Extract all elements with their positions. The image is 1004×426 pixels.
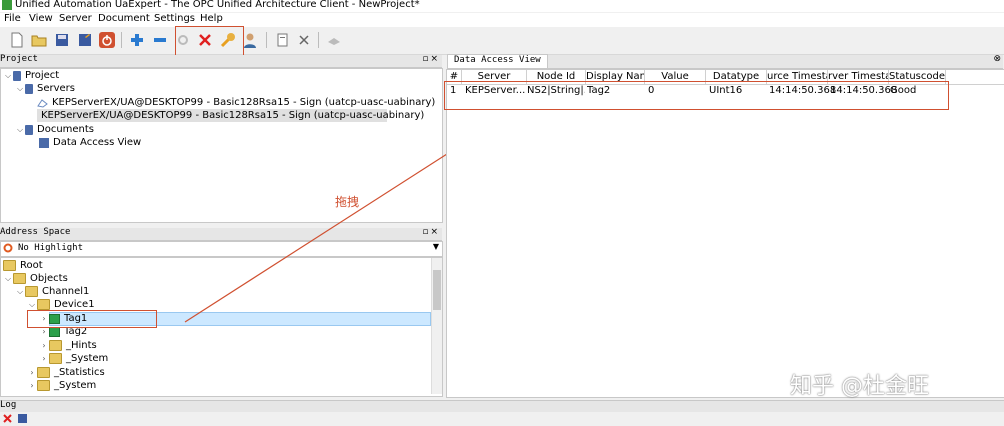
watermark: 知乎 @杜金旺	[790, 374, 929, 399]
log-toolbar	[0, 412, 1004, 424]
clear-log-icon[interactable]	[3, 414, 12, 423]
document-tab-bar: Data Access View ⊗	[447, 54, 1003, 69]
save-log-icon[interactable]	[18, 414, 27, 423]
cell-index: 1	[450, 85, 457, 96]
data-access-table: # Server Node Id Display Name Value Data…	[446, 69, 1004, 398]
col-index[interactable]: #	[447, 70, 462, 84]
log-panel-header: Log	[0, 400, 1004, 412]
cell-statuscode: Good	[890, 85, 917, 96]
cell-server-timestamp: 14:14:50.368	[830, 85, 898, 96]
cell-datatype: UInt16	[709, 85, 743, 96]
tab-data-access-view[interactable]: Data Access View	[447, 54, 548, 68]
cell-server: KEPServer...	[465, 85, 525, 96]
close-tab-icon[interactable]: ⊗	[993, 54, 1001, 64]
table-row[interactable]: 1 KEPServer... NS2|String|... Tag2 0 UIn…	[447, 84, 1004, 98]
col-server-timestamp[interactable]: rver Timestar	[828, 70, 889, 84]
col-server[interactable]: Server	[462, 70, 527, 84]
log-panel-title: Log	[0, 400, 17, 410]
cell-node-id: NS2|String|...	[527, 85, 585, 96]
col-datatype[interactable]: Datatype	[706, 70, 767, 84]
table-header: # Server Node Id Display Name Value Data…	[447, 70, 1004, 85]
cell-source-timestamp: 14:14:50.368	[769, 85, 837, 96]
cell-value: 0	[648, 85, 655, 96]
col-source-timestamp[interactable]: urce Timesta	[767, 70, 828, 84]
col-statuscode[interactable]: Statuscode	[889, 70, 946, 84]
col-display-name[interactable]: Display Name	[586, 70, 645, 84]
col-node-id[interactable]: Node Id	[527, 70, 586, 84]
col-value[interactable]: Value	[645, 70, 706, 84]
cell-display-name: Tag2	[587, 85, 611, 96]
